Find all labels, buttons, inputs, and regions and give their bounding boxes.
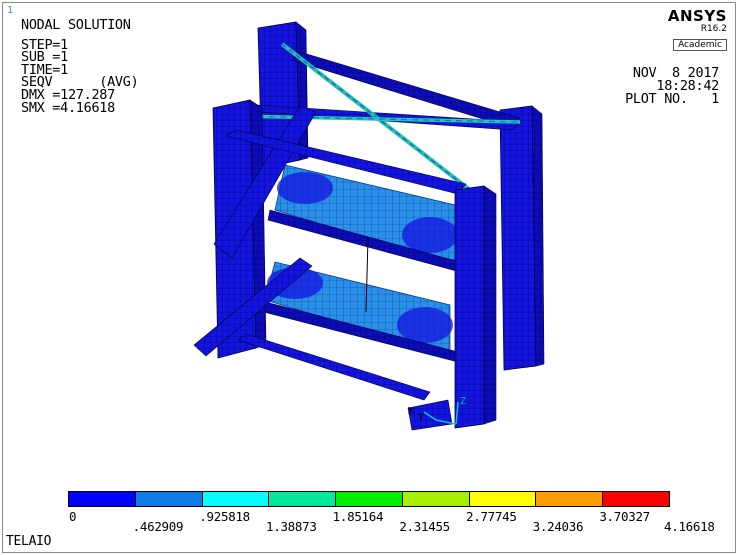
legend-label: 1.38873 [266, 519, 317, 534]
legend-label: 1.85164 [332, 509, 384, 524]
contour-legend-labels: 0 .462909 .925818 1.38873 1.85164 2.31455 2.77… [0, 0, 738, 555]
jobname: TELAIO [6, 534, 52, 549]
legend-label: .925818 [199, 509, 250, 524]
legend-label: 2.31455 [399, 519, 450, 534]
legend-label: 3.70327 [599, 509, 650, 524]
legend-label: 4.16618 [664, 519, 715, 534]
legend-label: 0 [69, 509, 77, 524]
legend-label: .462909 [132, 519, 184, 534]
legend-label: 2.77745 [466, 509, 517, 524]
legend-label: 3.24036 [532, 519, 584, 534]
